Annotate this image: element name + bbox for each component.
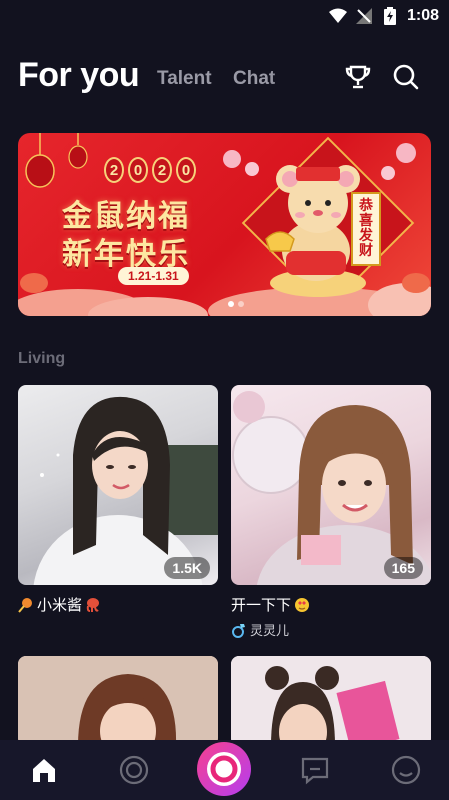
- ring-icon: [231, 622, 247, 638]
- host-name: 灵灵儿: [250, 623, 290, 638]
- lollipop-icon: [18, 597, 34, 613]
- banner-date: 1.21-1.31: [118, 267, 189, 285]
- tab-talent[interactable]: Talent: [157, 68, 212, 90]
- status-bar: 1:08: [0, 0, 449, 32]
- streamer-name: 小米酱: [37, 597, 83, 614]
- stream-title: 开一下下: [231, 597, 292, 614]
- carousel-indicator: [228, 301, 244, 307]
- card-title: 小米酱: [18, 594, 101, 615]
- live-card[interactable]: [231, 656, 431, 746]
- viewer-count: 1.5K: [164, 557, 210, 579]
- no-signal-icon: [355, 7, 373, 25]
- go-live-icon[interactable]: [193, 740, 255, 798]
- bottom-navigation: [0, 740, 449, 800]
- year-digit: 0: [128, 157, 148, 183]
- octopus-icon: [85, 597, 101, 613]
- card-title: 开一下下: [231, 594, 310, 615]
- battery-charging-icon: [381, 7, 399, 25]
- search-icon[interactable]: [391, 62, 421, 92]
- host-line: 灵灵儿: [231, 620, 289, 639]
- tab-for-you[interactable]: For you: [18, 56, 140, 95]
- carousel-dot: [238, 301, 244, 307]
- heart-face-icon: [294, 597, 310, 613]
- trophy-icon[interactable]: [343, 62, 373, 92]
- promo-banner[interactable]: 2 0 2 0 金鼠纳福 新年快乐 1.21-1.31 恭喜发财: [18, 133, 431, 316]
- year-digit: 2: [104, 157, 124, 183]
- viewer-count: 165: [383, 557, 423, 579]
- profile-icon[interactable]: [390, 754, 422, 786]
- wifi-icon: [328, 7, 347, 25]
- year-digit: 2: [152, 157, 172, 183]
- home-icon[interactable]: [28, 754, 60, 786]
- section-title-living: Living: [18, 350, 66, 367]
- banner-scroll-text: 恭喜发财: [359, 198, 373, 259]
- live-card[interactable]: 165: [231, 385, 431, 585]
- stream-thumbnail: [33, 396, 218, 585]
- message-icon[interactable]: [299, 754, 331, 786]
- year-digit: 0: [176, 157, 196, 183]
- tab-chat[interactable]: Chat: [233, 68, 275, 90]
- live-icon[interactable]: [118, 754, 150, 786]
- banner-year: 2 0 2 0: [104, 157, 196, 183]
- stream-thumbnail: [231, 656, 431, 746]
- live-card[interactable]: 1.5K: [18, 385, 218, 585]
- clock: 1:08: [406, 7, 439, 24]
- stream-thumbnail: [18, 656, 218, 746]
- top-tabs: For you Talent Chat: [0, 52, 449, 102]
- live-card[interactable]: [18, 656, 218, 746]
- carousel-dot-active: [228, 301, 234, 307]
- stream-thumbnail: [232, 391, 431, 585]
- tabs-fade: [270, 52, 320, 102]
